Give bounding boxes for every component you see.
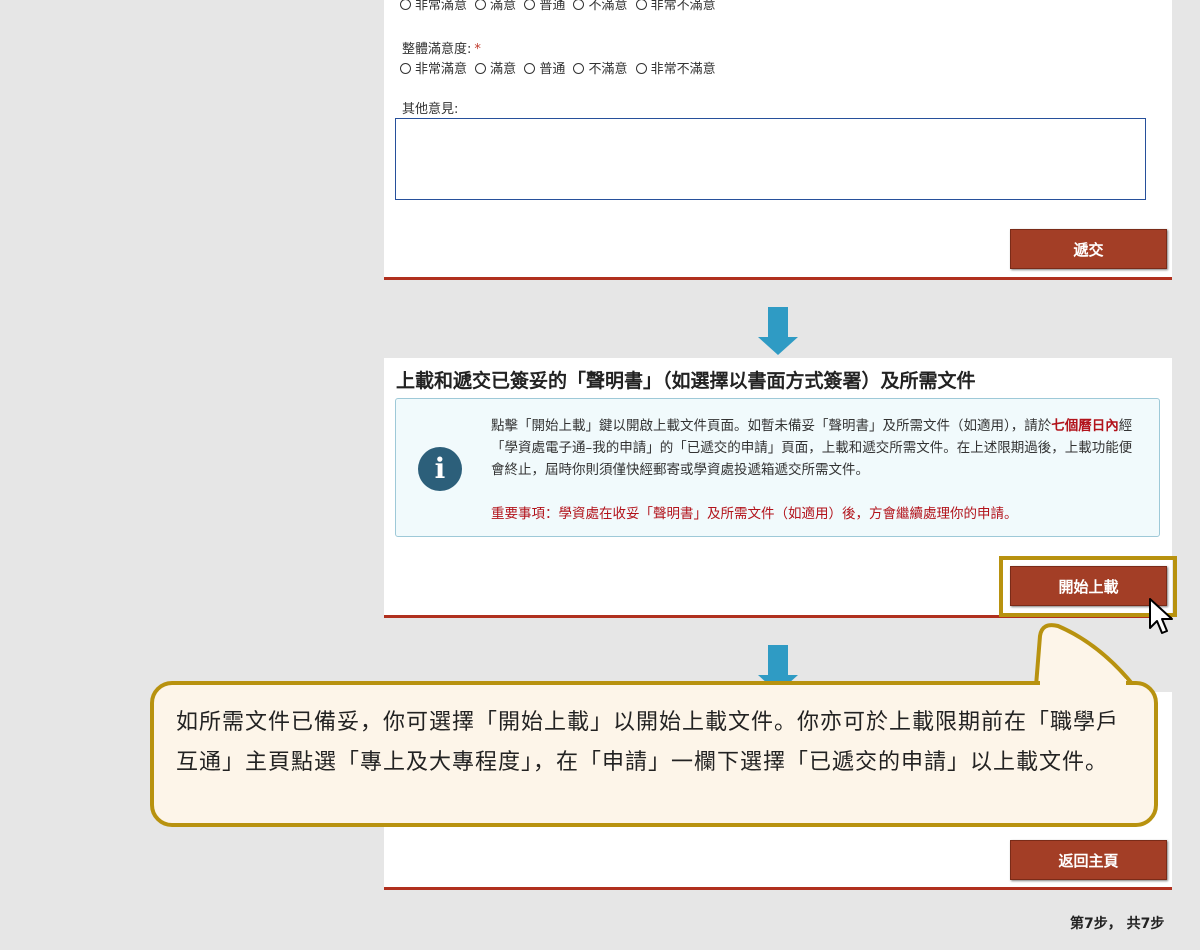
upload-section-title: 上載和遞交已簽妥的「聲明書」（如選擇以書面方式簽署）及所需文件 (396, 370, 976, 392)
radio-icon[interactable] (475, 63, 487, 74)
down-arrow-icon (758, 645, 798, 693)
comments-textarea[interactable] (395, 118, 1146, 200)
radio-option[interactable]: 非常不滿意 (635, 0, 716, 13)
important-notice: 重要事項：學資處在收妥「聲明書」及所需文件（如適用）後，方會繼續處理你的申請。 (491, 506, 1018, 522)
overall-satisfaction-radio-group: 非常滿意 滿意 普通 不滿意 非常不滿意 (400, 58, 720, 77)
radio-option[interactable]: 不滿意 (573, 0, 627, 13)
radio-option[interactable]: 滿意 (475, 0, 516, 13)
required-mark: * (474, 42, 481, 57)
radio-option[interactable]: 普通 (524, 62, 565, 77)
info-notice-box: i 點擊「開始上載」鍵以開啟上載文件頁面。如暫未備妥「聲明書」及所需文件（如適用… (395, 398, 1160, 537)
deadline-highlight: 七個曆日內 (1051, 418, 1119, 434)
radio-icon[interactable] (635, 0, 647, 10)
instruction-callout: 如所需文件已備妥，你可選擇「開始上載」以開始上載文件。你亦可於上載限期前在「職學… (150, 681, 1158, 827)
radio-option[interactable]: 非常不滿意 (635, 62, 716, 77)
info-icon: i (418, 447, 462, 491)
down-arrow-icon (758, 307, 798, 355)
radio-option[interactable]: 非常滿意 (400, 62, 467, 77)
radio-icon[interactable] (400, 63, 411, 74)
submit-button[interactable]: 遞交 (1010, 229, 1167, 269)
radio-option[interactable]: 普通 (524, 0, 565, 13)
radio-icon[interactable] (400, 0, 411, 10)
step-indicator: 第7步， 共7步 (1070, 916, 1165, 932)
radio-icon[interactable] (475, 0, 487, 10)
radio-icon[interactable] (573, 0, 585, 10)
radio-icon[interactable] (573, 63, 585, 74)
callout-text: 如所需文件已備妥，你可選擇「開始上載」以開始上載文件。你亦可於上載限期前在「職學… (176, 710, 1120, 775)
radio-option[interactable]: 非常滿意 (400, 0, 467, 13)
radio-option[interactable]: 滿意 (475, 62, 516, 77)
radio-icon[interactable] (635, 63, 647, 74)
mouse-cursor-icon (1149, 598, 1173, 634)
comments-label: 其他意見: (402, 102, 459, 117)
survey-panel: 非常滿意 滿意 普通 不滿意 非常不滿意 整體滿意度: * 非常滿意 滿意 普通 … (384, 0, 1172, 280)
radio-icon[interactable] (524, 63, 536, 74)
callout-pointer-join (1040, 679, 1126, 687)
info-notice-text: 點擊「開始上載」鍵以開啟上載文件頁面。如暫未備妥「聲明書」及所需文件（如適用），… (491, 415, 1141, 525)
overall-satisfaction-label: 整體滿意度: * (402, 42, 481, 57)
radio-icon[interactable] (524, 0, 536, 10)
radio-option[interactable]: 不滿意 (573, 62, 627, 77)
return-home-button[interactable]: 返回主頁 (1010, 840, 1167, 880)
satisfaction-radio-group-previous: 非常滿意 滿意 普通 不滿意 非常不滿意 (400, 0, 720, 13)
